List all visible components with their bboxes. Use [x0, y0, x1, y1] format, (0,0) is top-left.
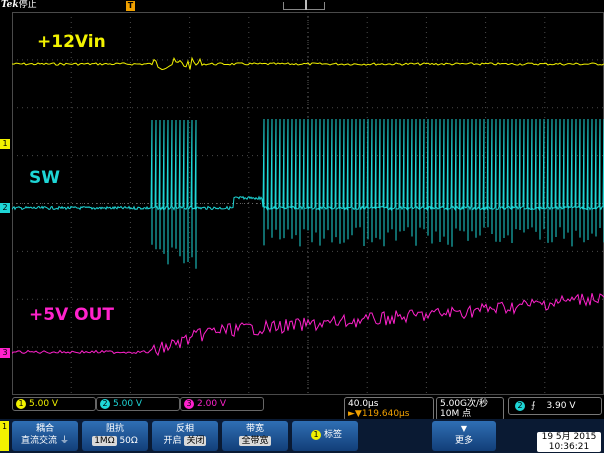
label-button[interactable]: 1 标签: [292, 421, 358, 451]
ch3-scale: 2.00 V: [197, 399, 227, 409]
ch1-label: +12Vin: [37, 32, 106, 52]
label-title: 标签: [323, 430, 342, 440]
trigger-level: 3.90 V: [546, 401, 576, 411]
more-button[interactable]: ▼ 更多: [432, 421, 496, 451]
ch1-badge: 1: [16, 399, 26, 409]
more-label: 更多: [454, 436, 473, 446]
bandwidth-title: 带宽: [245, 424, 264, 434]
ch3-ground-marker[interactable]: 3: [0, 348, 10, 358]
invert-button[interactable]: 反相 开启 关闭: [152, 421, 218, 451]
ch2-scale: 5.00 V: [113, 399, 143, 409]
impedance-50: 50Ω: [119, 436, 138, 446]
measurement-bar: 1 5.00 V 2 5.00 V 3 2.00 V 40.0µs ►▼119.640…: [0, 396, 604, 421]
sample-rate: 5.00G次/秒: [440, 399, 489, 409]
record-view-indicator: [305, 0, 307, 10]
status-bar: Tek停止 T: [0, 0, 604, 12]
menu-channel-indicator: 1: [0, 421, 9, 451]
acquisition-panel[interactable]: 5.00G次/秒 10M 点: [436, 397, 504, 421]
label-channel-badge: 1: [310, 430, 321, 440]
coupling-dc: 直流: [21, 436, 40, 446]
impedance-1m: 1MΩ: [92, 436, 117, 446]
trigger-position-marker[interactable]: T: [126, 1, 135, 11]
record-length: 10M 点: [440, 409, 472, 419]
impedance-button[interactable]: 阻抗 1MΩ 50Ω: [82, 421, 148, 451]
record-window-indicator: [283, 2, 325, 10]
brand-logo: Tek: [1, 0, 19, 10]
trigger-offset: ►▼119.640µs: [348, 409, 410, 419]
brand-status: Tek停止: [1, 0, 37, 11]
softkey-menu: 1 耦合 直流交流 ⏚ 阻抗 1MΩ 50Ω 反相 开启 关闭 带宽 全带宽 1…: [0, 419, 604, 453]
ch1-scale: 5.00 V: [29, 399, 59, 409]
waveform-display: [12, 12, 604, 395]
invert-title: 反相: [175, 424, 194, 434]
timebase-value: 40.0µs: [348, 399, 379, 409]
ground-icon: ⏚: [59, 436, 69, 446]
coupling-title: 耦合: [35, 424, 54, 434]
ch2-scale-readout[interactable]: 2 5.00 V: [96, 397, 180, 411]
trigger-slope-icon: ⨍: [530, 401, 536, 411]
invert-on: 开启: [163, 436, 182, 446]
trigger-source-badge: 2: [515, 401, 525, 411]
trigger-panel[interactable]: 2 ⨍ 3.90 V: [508, 397, 602, 415]
ch3-scale-readout[interactable]: 3 2.00 V: [180, 397, 264, 411]
oscilloscope-screen: Tek停止 T 1 2 3 +12Vin SW +5V OUT 1 5.00 V …: [0, 0, 604, 453]
coupling-button[interactable]: 耦合 直流交流 ⏚: [12, 421, 78, 451]
more-arrow-icon: ▼: [460, 424, 468, 433]
coupling-ac: 交流: [39, 436, 58, 446]
ch2-badge: 2: [100, 399, 110, 409]
ch2-waveform: [12, 118, 604, 269]
timebase-panel[interactable]: 40.0µs ►▼119.640µs: [344, 397, 434, 421]
acquisition-status: 停止: [18, 0, 37, 10]
date: 19 5月 2015: [541, 432, 597, 442]
bandwidth-button[interactable]: 带宽 全带宽: [222, 421, 288, 451]
time: 10:36:21: [548, 442, 590, 452]
ch3-label: +5V OUT: [29, 305, 114, 325]
ch2-label: SW: [29, 168, 60, 188]
ch3-badge: 3: [184, 399, 194, 409]
ch1-ground-marker[interactable]: 1: [0, 139, 10, 149]
invert-off: 关闭: [184, 436, 207, 446]
ch2-ground-marker[interactable]: 2: [0, 203, 10, 213]
datetime-readout: 19 5月 2015 10:36:21: [537, 432, 601, 452]
impedance-title: 阻抗: [105, 424, 124, 434]
bandwidth-value: 全带宽: [239, 436, 271, 446]
ch1-scale-readout[interactable]: 1 5.00 V: [12, 397, 96, 411]
